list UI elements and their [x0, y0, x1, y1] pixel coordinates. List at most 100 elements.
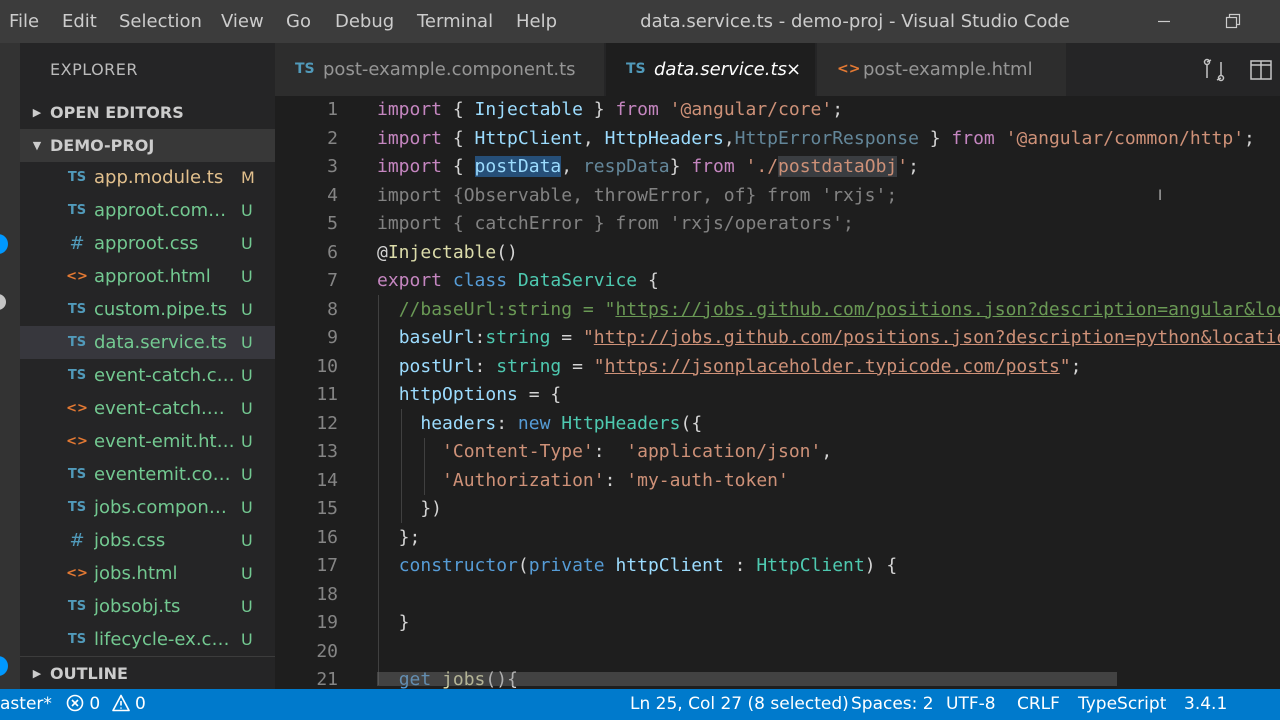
file-item-lifecycle-ex[interactable]: TS lifecycle-ex.co... U: [20, 623, 275, 656]
code-token: ": [582, 327, 594, 348]
code-token: HttpErrorResponse: [734, 127, 919, 149]
code-token: string: [496, 355, 562, 377]
file-item-jobs-component[interactable]: TS jobs.compone... U: [20, 491, 275, 524]
typescript-version[interactable]: 3.4.1: [1184, 689, 1227, 720]
language-mode-selector[interactable]: TypeScript: [1078, 689, 1166, 720]
line-ending-selector[interactable]: CRLF: [1017, 689, 1060, 720]
code-line[interactable]: 'Content-Type': 'application/json',: [377, 438, 832, 467]
file-item-jobs-html[interactable]: <> jobs.html U: [20, 557, 275, 590]
tab-post-example-component[interactable]: TS post-example.component.ts: [275, 43, 605, 96]
file-item-approot-css[interactable]: # approot.css U: [20, 227, 275, 260]
code-token: ': [897, 156, 909, 177]
activity-bar: [0, 43, 20, 689]
tab-post-example-html[interactable]: <> post-example.html: [817, 43, 1067, 96]
problems-indicator[interactable]: 0 0: [66, 689, 146, 720]
typescript-file-icon: TS: [626, 61, 646, 77]
code-token: from: [951, 127, 995, 149]
activity-account-icon[interactable]: [0, 656, 8, 676]
code-token: DataService: [517, 270, 638, 291]
maximize-button[interactable]: [1210, 0, 1256, 43]
menu-edit[interactable]: Edit: [62, 0, 97, 43]
code-token: import: [377, 99, 443, 120]
code-token: import { catchError } from 'rxjs/operato…: [377, 213, 854, 234]
file-item-jobs-css[interactable]: # jobs.css U: [20, 524, 275, 557]
split-editor-button[interactable]: [1247, 56, 1275, 84]
git-status-badge: M: [241, 168, 255, 187]
encoding-selector[interactable]: UTF-8: [946, 689, 996, 720]
git-status-badge: U: [241, 234, 253, 253]
code-line[interactable]: 'Authorization': 'my-auth-token': [377, 467, 789, 496]
code-token: ": [1059, 355, 1071, 377]
html-file-icon: <>: [66, 566, 88, 581]
file-item-data-service[interactable]: TS data.service.ts U: [20, 326, 275, 359]
cursor-position[interactable]: Ln 25, Col 27 (8 selected): [630, 689, 849, 720]
code-token: private: [528, 555, 605, 576]
code-token: =: [550, 327, 583, 348]
menu-debug[interactable]: Debug: [335, 0, 394, 43]
typescript-file-icon: TS: [67, 599, 87, 614]
open-editors-header[interactable]: ▶ OPEN EDITORS: [20, 96, 275, 129]
file-item-event-emit-html[interactable]: <> event-emit.html U: [20, 425, 275, 458]
activity-badge-icon[interactable]: [0, 234, 8, 254]
code-line[interactable]: @Injectable(): [377, 239, 518, 268]
file-name: data.service.ts: [94, 332, 227, 353]
menu-go[interactable]: Go: [286, 0, 311, 43]
minimize-button[interactable]: [1141, 0, 1187, 43]
menu-terminal[interactable]: Terminal: [417, 0, 493, 43]
code-line[interactable]: import { postData, respData} from './pos…: [377, 153, 919, 182]
typescript-file-icon: TS: [67, 632, 87, 647]
warning-count: 0: [135, 694, 146, 714]
code-line[interactable]: //baseUrl:string = "https://jobs.github.…: [377, 296, 1280, 325]
code-line[interactable]: postUrl: string = "https://jsonplacehold…: [377, 353, 1082, 382]
code-line[interactable]: import {Observable, throwError, of} from…: [377, 182, 897, 211]
code-token: from: [691, 156, 735, 177]
code-line[interactable]: httpOptions = {: [377, 381, 562, 410]
file-item-event-catch-ht[interactable]: <> event-catch.ht... U: [20, 392, 275, 425]
line-number: 11: [316, 384, 338, 405]
code-line[interactable]: import { catchError } from 'rxjs/operato…: [377, 210, 854, 239]
horizontal-scrollbar[interactable]: [377, 672, 1117, 686]
code-token: :: [604, 469, 627, 491]
code-line[interactable]: export class DataService {: [377, 267, 659, 296]
file-item-approot-comp[interactable]: TS approot.comp... U: [20, 194, 275, 227]
file-item-app-module[interactable]: TS app.module.ts M: [20, 163, 275, 194]
menu-help[interactable]: Help: [516, 0, 557, 43]
menu-selection[interactable]: Selection: [119, 0, 202, 43]
file-item-approot-html[interactable]: <> approot.html U: [20, 260, 275, 293]
file-item-eventemit-com[interactable]: TS eventemit.com... U: [20, 458, 275, 491]
split-editor-icon: [1250, 60, 1272, 80]
menu-file[interactable]: File: [9, 0, 39, 43]
project-header[interactable]: ▼ DEMO-PROJ: [20, 129, 275, 162]
code-token: :: [474, 327, 486, 348]
line-number: 15: [316, 498, 338, 519]
code-line[interactable]: baseUrl:string = "http://jobs.github.com…: [377, 324, 1280, 353]
code-line[interactable]: }: [377, 609, 410, 638]
outline-header[interactable]: ▶ OUTLINE: [20, 656, 275, 689]
close-icon[interactable]: ×: [786, 43, 801, 96]
file-item-event-catch-co[interactable]: TS event-catch.co... U: [20, 359, 275, 392]
activity-item-icon[interactable]: [0, 294, 6, 310]
file-item-custom-pipe[interactable]: TS custom.pipe.ts U: [20, 293, 275, 326]
file-item-jobsobj[interactable]: TS jobsobj.ts U: [20, 590, 275, 623]
git-branch[interactable]: aster*: [0, 689, 52, 720]
code-line[interactable]: };: [377, 524, 421, 553]
code-token: ,: [723, 127, 735, 149]
indentation-setting[interactable]: Spaces: 2: [851, 689, 934, 720]
menu-view[interactable]: View: [221, 0, 264, 43]
code-line[interactable]: constructor(private httpClient : HttpCli…: [377, 552, 898, 581]
open-changes-button[interactable]: [1200, 56, 1228, 84]
code-line[interactable]: import { HttpClient, HttpHeaders,HttpErr…: [377, 125, 1255, 154]
git-status-badge: U: [241, 465, 253, 484]
code-token: httpClient: [615, 555, 724, 576]
code-editor[interactable]: 1 2 3 4 5 6 7 8 9 10 11 12 13 14 15 16 1…: [275, 96, 1280, 689]
code-line[interactable]: headers: new HttpHeaders({: [377, 410, 702, 439]
code-line[interactable]: }): [377, 495, 442, 524]
code-line[interactable]: import { Injectable } from '@angular/cor…: [377, 96, 843, 125]
tab-data-service[interactable]: TS data.service.ts ×: [606, 43, 816, 96]
code-token: 'Content-Type': [442, 441, 594, 462]
